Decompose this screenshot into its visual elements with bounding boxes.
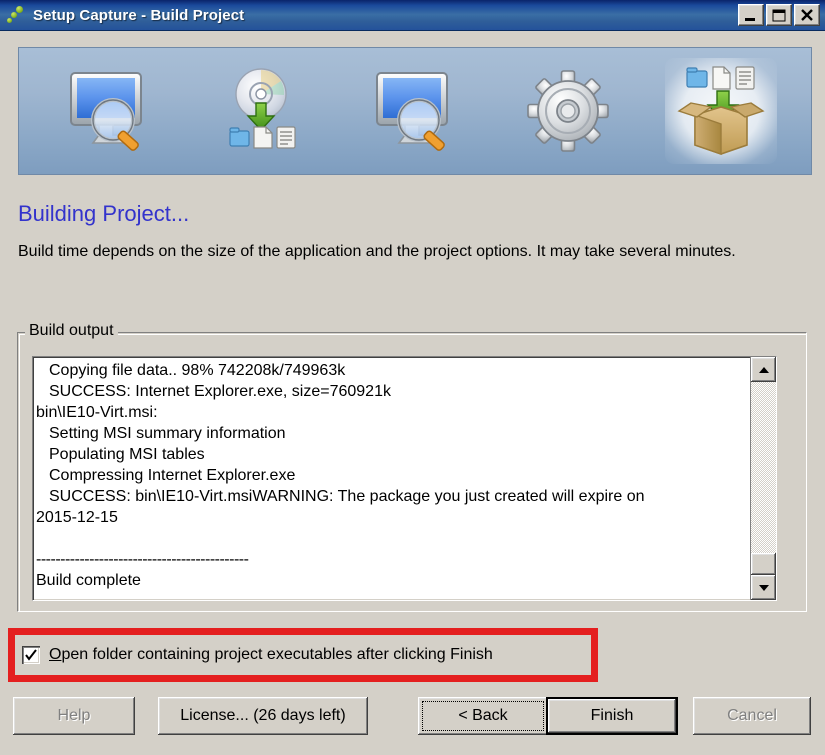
- build-output-line: 2015-12-15: [36, 509, 118, 526]
- label-rest: pen folder containing project executable…: [61, 646, 493, 663]
- build-output-line: Copying file data.. 98% 742208k/749963k: [49, 362, 346, 379]
- cancel-button-label: Cancel: [727, 707, 777, 724]
- wizard-step-scan-after: [359, 58, 471, 164]
- finish-button-label: Finish: [590, 707, 634, 724]
- build-output-scrollbar[interactable]: [750, 357, 776, 600]
- open-folder-checkbox[interactable]: [22, 646, 40, 664]
- scroll-up-icon[interactable]: [751, 357, 776, 382]
- monitor-magnifier-icon: [375, 72, 448, 151]
- window-title: Setup Capture - Build Project: [33, 6, 245, 24]
- wizard-step-configure: [512, 58, 624, 164]
- window-controls: [738, 4, 820, 26]
- minimize-icon[interactable]: [738, 4, 764, 26]
- page-title: Building Project...: [18, 201, 190, 226]
- setup-capture-dialog: Setup Capture - Build Project Building P…: [0, 0, 825, 755]
- accel-char: O: [49, 646, 62, 663]
- build-output-group-label: Build output: [25, 322, 118, 340]
- build-output-line: SUCCESS: Internet Explorer.exe, size=760…: [49, 383, 391, 400]
- wizard-step-scan-before: [53, 58, 165, 164]
- wizard-step-banner: [18, 47, 812, 175]
- app-bubbles-icon: [5, 4, 27, 26]
- build-output-line: [36, 529, 748, 550]
- open-folder-checkbox-label: Open folder containing project executabl…: [49, 646, 493, 664]
- wizard-step-build: [664, 58, 777, 164]
- title-bar[interactable]: Setup Capture - Build Project: [0, 0, 825, 31]
- gear-icon: [526, 70, 609, 152]
- build-output-line: Build complete: [36, 572, 141, 589]
- page-description: Build time depends on the size of the ap…: [18, 243, 736, 260]
- build-output-line: Setting MSI summary information: [49, 425, 286, 442]
- disc-download-icon: [229, 68, 296, 149]
- help-button[interactable]: Help: [13, 697, 135, 735]
- build-output-line: Compressing Internet Explorer.exe: [49, 467, 296, 484]
- license-button[interactable]: License... (26 days left): [158, 697, 368, 735]
- help-button-label: Help: [57, 707, 91, 724]
- finish-button[interactable]: Finish: [546, 697, 678, 735]
- scroll-down-icon[interactable]: [751, 575, 776, 600]
- checkmark-icon: [25, 649, 37, 661]
- build-output-line: ----------------------------------------…: [36, 551, 249, 568]
- wizard-step-install: [206, 58, 318, 164]
- monitor-magnifier-icon: [70, 72, 143, 151]
- package-box-icon: [676, 66, 765, 155]
- dialog-button-row: Help License... (26 days left) < Back Fi…: [0, 697, 825, 739]
- scrollbar-track[interactable]: [751, 382, 776, 575]
- build-output-line: bin\IE10-Virt.msi:: [36, 404, 158, 421]
- build-output-line: Populating MSI tables: [49, 446, 205, 463]
- build-output-line: SUCCESS: bin\IE10-Virt.msiWARNING: The p…: [49, 488, 645, 505]
- back-button[interactable]: < Back: [418, 697, 548, 735]
- maximize-icon[interactable]: [766, 4, 792, 26]
- cancel-button[interactable]: Cancel: [693, 697, 811, 735]
- build-output-lines: Copying file data.. 98% 742208k/749963k S…: [33, 357, 750, 600]
- open-folder-checkbox-row[interactable]: Open folder containing project executabl…: [22, 646, 493, 664]
- close-icon[interactable]: [794, 4, 820, 26]
- build-output-textbox[interactable]: Copying file data.. 98% 742208k/749963k S…: [32, 356, 777, 601]
- focus-rectangle: [422, 701, 544, 731]
- license-button-label: License... (26 days left): [180, 707, 346, 724]
- scrollbar-thumb[interactable]: [751, 553, 776, 575]
